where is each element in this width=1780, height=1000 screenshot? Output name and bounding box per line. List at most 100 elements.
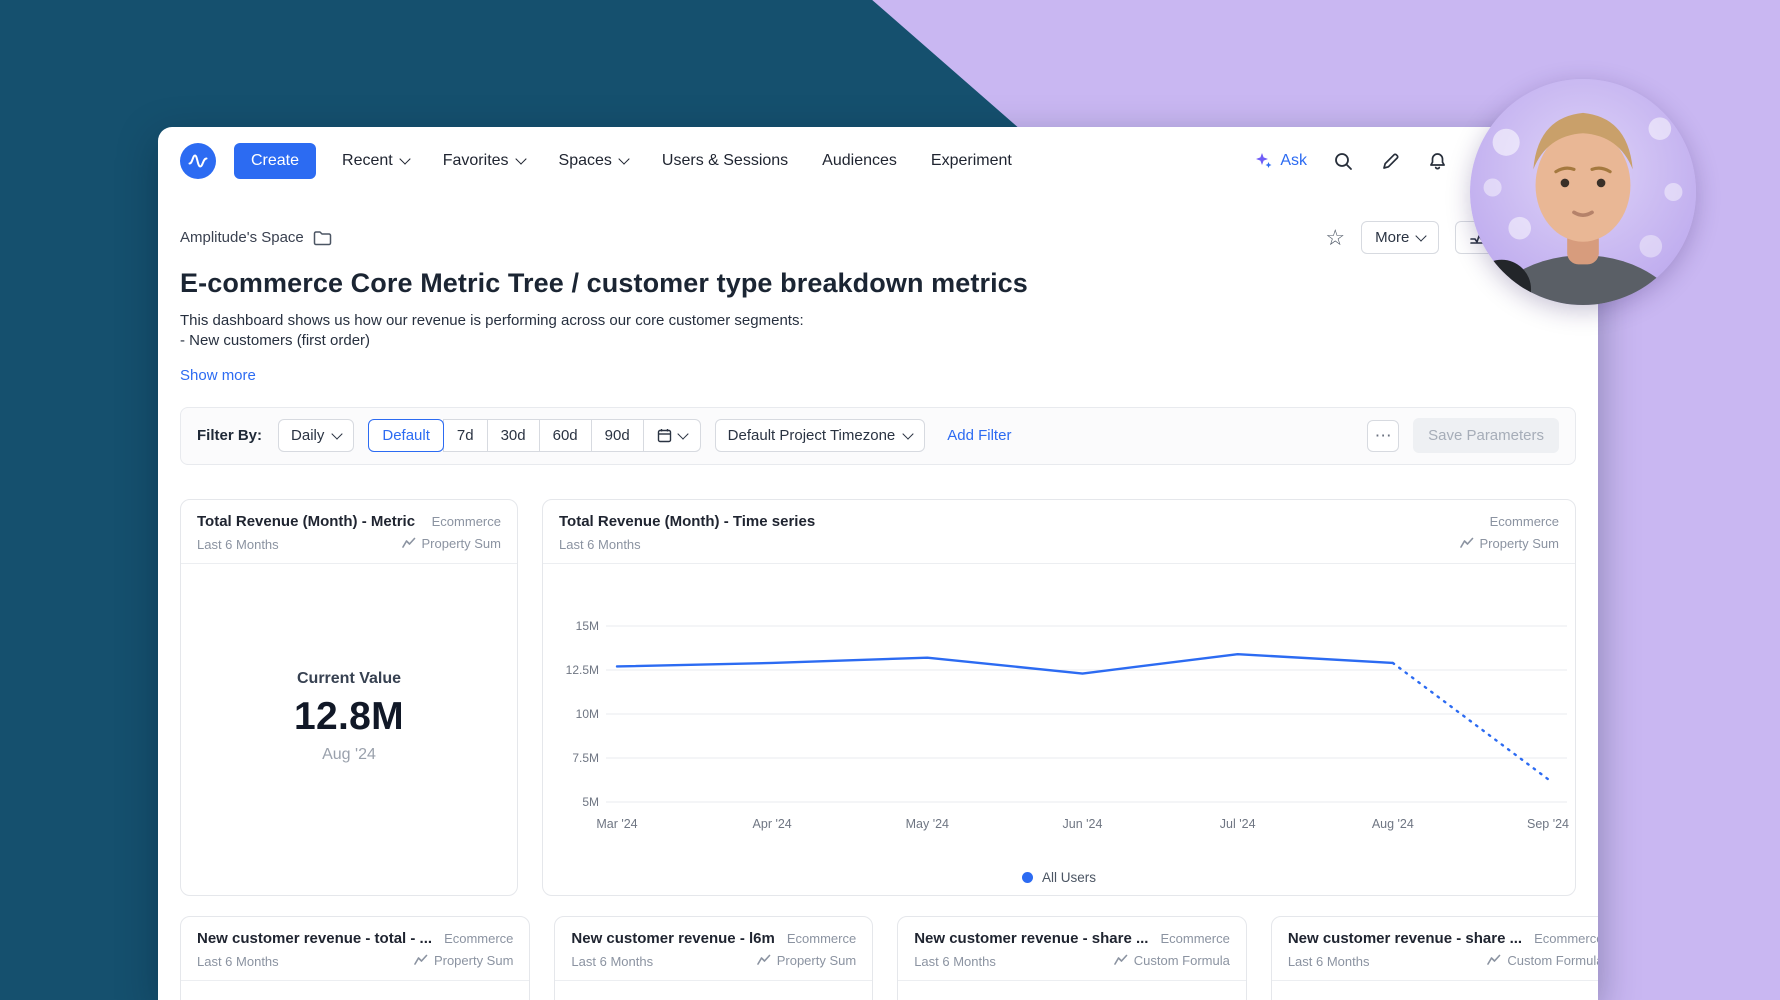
range-segment-default[interactable]: Default — [368, 419, 444, 452]
add-filter-link[interactable]: Add Filter — [947, 427, 1011, 444]
nav-label-audiences: Audiences — [822, 152, 897, 170]
notifications-bell-icon[interactable] — [1427, 151, 1448, 172]
nav-label-spaces: Spaces — [559, 152, 612, 170]
custom-formula-icon — [1114, 954, 1128, 966]
timeseries-card-header: Total Revenue (Month) - Time series Ecom… — [543, 500, 1575, 565]
mini-card-measure-label: Custom Formula — [1507, 953, 1598, 968]
show-more-link[interactable]: Show more — [180, 367, 256, 384]
ask-button[interactable]: Ask — [1255, 152, 1307, 170]
card-new-customer-revenue-total: New customer revenue - total - ... Ecomm… — [180, 916, 530, 1000]
nav-item-users-sessions[interactable]: Users & Sessions — [662, 152, 788, 170]
metric-card-title[interactable]: Total Revenue (Month) - Metric — [197, 513, 415, 530]
favorite-star-icon[interactable]: ☆ — [1325, 227, 1345, 249]
nav-item-favorites[interactable]: Favorites — [443, 152, 525, 170]
timeseries-card-title[interactable]: Total Revenue (Month) - Time series — [559, 513, 815, 530]
svg-text:5M: 5M — [582, 795, 599, 809]
legend-label-all-users: All Users — [1042, 870, 1096, 885]
dashboard-description: This dashboard shows us how our revenue … — [180, 311, 1576, 352]
primary-nav: Recent Favorites Spaces Users & Sessions… — [342, 152, 1012, 170]
nav-item-spaces[interactable]: Spaces — [559, 152, 628, 170]
mini-card-source: Ecommerce — [444, 931, 513, 946]
search-icon[interactable] — [1333, 151, 1354, 172]
range-segment-60d[interactable]: 60d — [539, 419, 592, 452]
filter-by-label: Filter By: — [197, 427, 262, 444]
cards-row-2: New customer revenue - total - ... Ecomm… — [180, 916, 1576, 1000]
metric-measure-label: Property Sum — [422, 536, 501, 551]
mini-card-measure-label: Property Sum — [434, 953, 513, 968]
timeseries-card-total-revenue: Total Revenue (Month) - Time series Ecom… — [542, 499, 1576, 896]
timeseries-card-measure: Property Sum — [1460, 536, 1559, 551]
filter-more-options-button[interactable]: ⋯ — [1367, 420, 1399, 452]
custom-date-segment[interactable] — [643, 419, 701, 452]
timeseries-card-source: Ecommerce — [1490, 514, 1559, 529]
mini-card-range: Last 6 Months — [914, 954, 996, 969]
mini-card-measure: Custom Formula — [1487, 953, 1598, 968]
range-segment-30d[interactable]: 30d — [487, 419, 540, 452]
calendar-icon — [657, 428, 672, 443]
metric-card-source: Ecommerce — [432, 514, 501, 529]
metric-card-measure: Property Sum — [402, 536, 501, 551]
nav-label-recent: Recent — [342, 152, 393, 170]
chart-legend[interactable]: All Users — [543, 870, 1575, 885]
mini-card-range: Last 6 Months — [1288, 954, 1370, 969]
breadcrumb-row: Amplitude's Space ☆ More Subscribe — [180, 221, 1576, 254]
create-button[interactable]: Create — [234, 143, 316, 179]
topbar-right-actions: Ask — [1255, 151, 1448, 172]
mini-card-measure-label: Custom Formula — [1134, 953, 1230, 968]
save-parameters-button[interactable]: Save Parameters — [1413, 418, 1559, 453]
timezone-select[interactable]: Default Project Timezone — [715, 419, 926, 452]
mini-card-title[interactable]: New customer revenue - share ... — [914, 930, 1148, 947]
page-title: E-commerce Core Metric Tree / customer t… — [180, 268, 1576, 299]
ask-label: Ask — [1280, 152, 1307, 170]
mini-card-title[interactable]: New customer revenue - total - ... — [197, 930, 432, 947]
svg-text:May '24: May '24 — [906, 817, 949, 831]
more-label: More — [1375, 229, 1409, 246]
svg-text:Aug '24: Aug '24 — [1372, 817, 1414, 831]
current-value-label: Current Value — [297, 670, 401, 688]
nav-label-users-sessions: Users & Sessions — [662, 152, 788, 170]
top-navigation-bar: Create Recent Favorites Spaces Users & S… — [158, 127, 1598, 195]
amplitude-logo[interactable] — [180, 143, 216, 179]
more-button[interactable]: More — [1361, 221, 1439, 254]
current-period: Aug '24 — [322, 746, 376, 764]
metric-card-total-revenue: Total Revenue (Month) - Metric Ecommerce… — [180, 499, 518, 896]
breadcrumb[interactable]: Amplitude's Space — [180, 229, 332, 246]
description-line-1: This dashboard shows us how our revenue … — [180, 311, 1576, 331]
dashboard-content: Amplitude's Space ☆ More Subscribe — [158, 221, 1598, 1000]
property-sum-icon — [757, 954, 771, 966]
mini-card-title[interactable]: New customer revenue - share ... — [1288, 930, 1522, 947]
card-new-customer-revenue-share-1: New customer revenue - share ... Ecommer… — [897, 916, 1247, 1000]
card-new-customer-revenue-share-2: New customer revenue - share ... Ecommer… — [1271, 916, 1598, 1000]
svg-text:10M: 10M — [576, 707, 599, 721]
pen-icon[interactable] — [1380, 151, 1401, 172]
chevron-down-icon — [332, 428, 343, 439]
date-range-segments: Default 7d 30d 60d 90d — [368, 419, 700, 452]
mini-card-measure: Property Sum — [414, 953, 513, 968]
timezone-value: Default Project Timezone — [728, 427, 896, 444]
amplitude-wave-icon — [186, 149, 210, 173]
breadcrumb-space-name: Amplitude's Space — [180, 229, 304, 246]
mini-card-range: Last 6 Months — [571, 954, 653, 969]
svg-text:15M: 15M — [576, 619, 599, 633]
revenue-line-chart[interactable]: 15M12.5M10M7.5M5MMar '24Apr '24May '24Ju… — [543, 570, 1575, 840]
property-sum-icon — [1460, 537, 1474, 549]
range-segment-90d[interactable]: 90d — [591, 419, 644, 452]
nav-item-experiment[interactable]: Experiment — [931, 152, 1012, 170]
granularity-select[interactable]: Daily — [278, 419, 354, 452]
user-avatar[interactable] — [1470, 79, 1696, 305]
mini-card-title[interactable]: New customer revenue - l6m — [571, 930, 774, 947]
nav-item-audiences[interactable]: Audiences — [822, 152, 897, 170]
range-segment-7d[interactable]: 7d — [443, 419, 488, 452]
card-new-customer-revenue-l6m: New customer revenue - l6m Ecommerce Las… — [554, 916, 873, 1000]
svg-text:7.5M: 7.5M — [572, 751, 599, 765]
nav-label-experiment: Experiment — [931, 152, 1012, 170]
description-line-2: - New customers (first order) — [180, 331, 1576, 351]
metric-card-range: Last 6 Months — [197, 537, 279, 552]
property-sum-icon — [402, 537, 416, 549]
cards-row-1: Total Revenue (Month) - Metric Ecommerce… — [180, 499, 1576, 896]
property-sum-icon — [414, 954, 428, 966]
mini-card-range: Last 6 Months — [197, 954, 279, 969]
custom-formula-icon — [1487, 954, 1501, 966]
nav-item-recent[interactable]: Recent — [342, 152, 409, 170]
metric-card-body: Current Value 12.8M Aug '24 — [181, 564, 517, 895]
